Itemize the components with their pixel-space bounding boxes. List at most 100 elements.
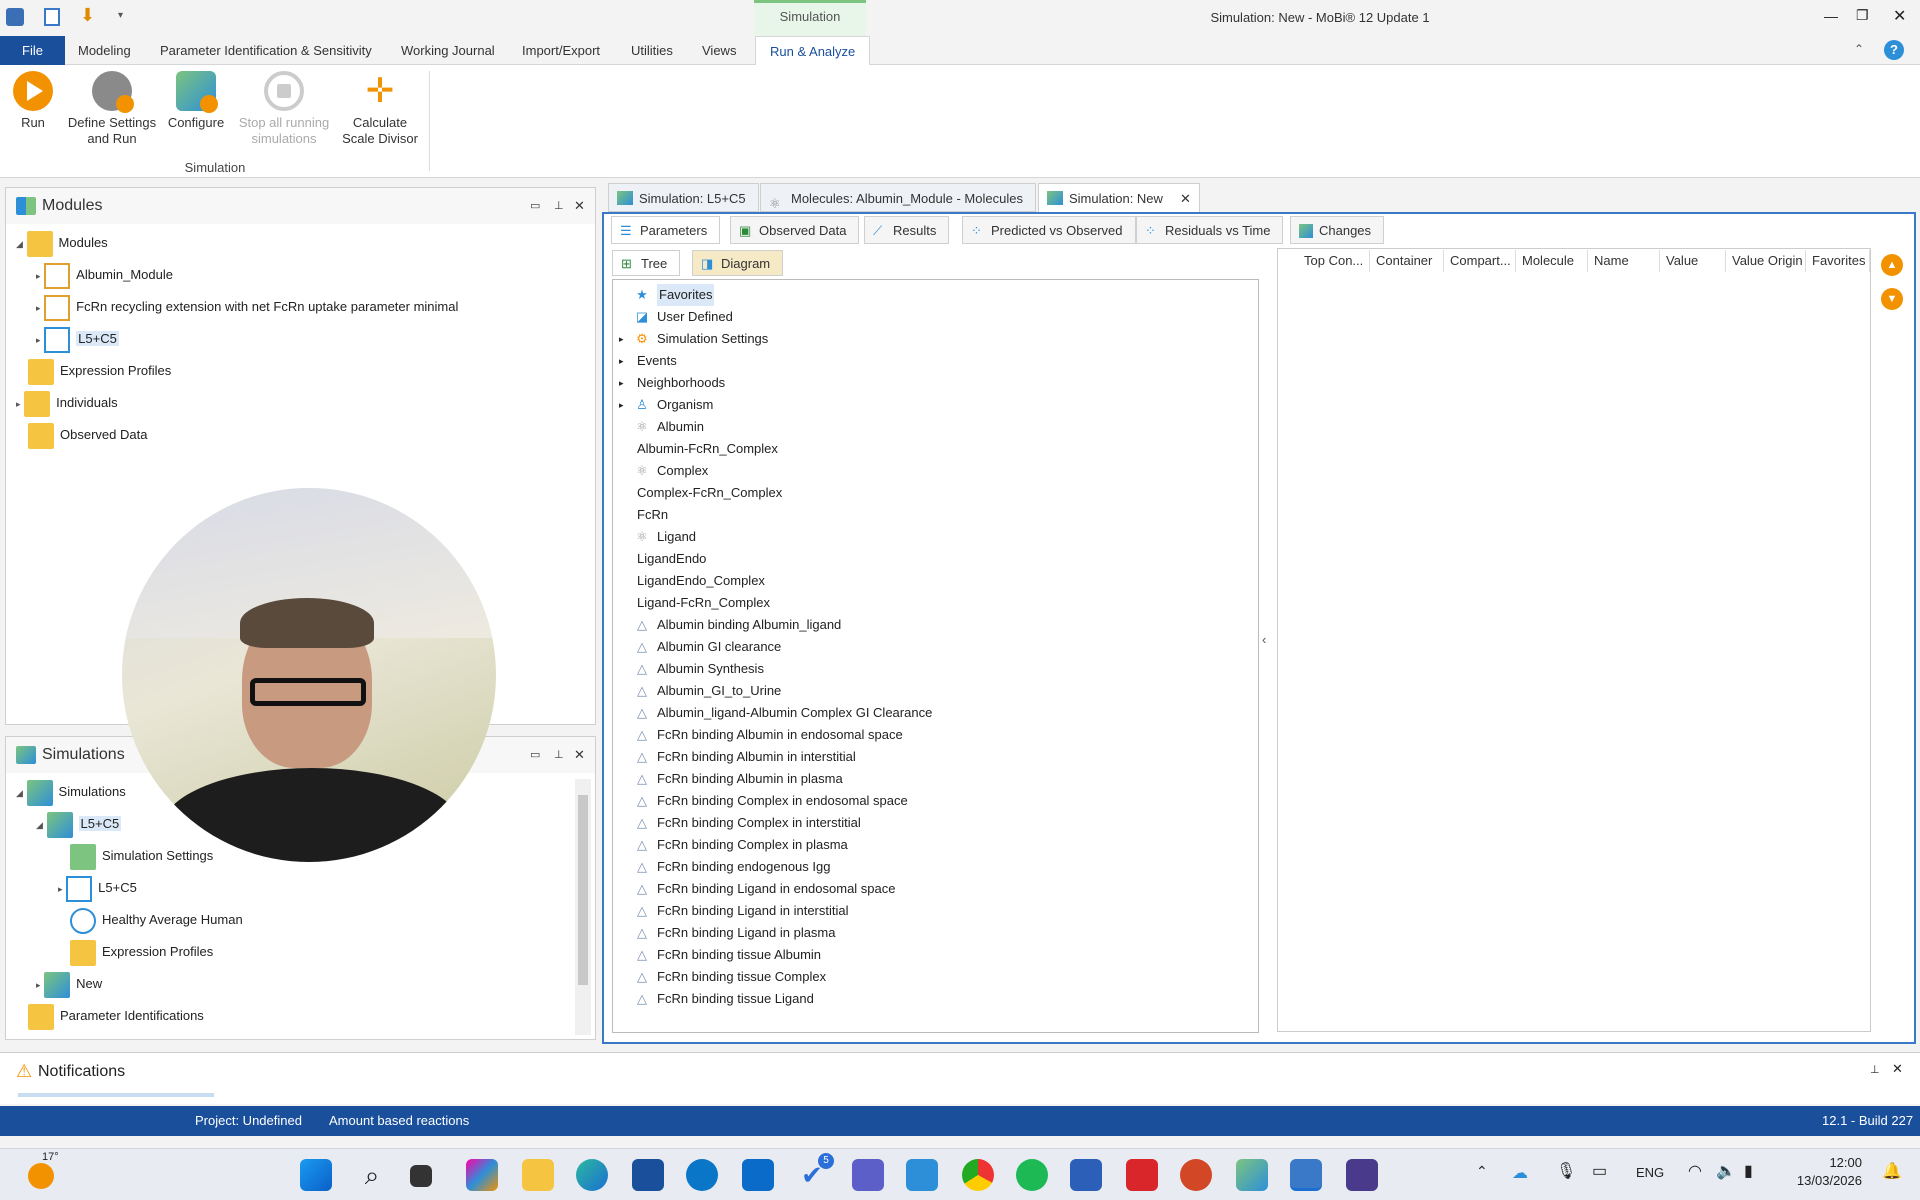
wifi-icon[interactable]: ◠: [1688, 1161, 1702, 1181]
store-icon[interactable]: [632, 1159, 664, 1191]
task-view-icon[interactable]: [410, 1165, 432, 1187]
expanded-arrow-icon[interactable]: ◢: [16, 788, 23, 798]
subtab-residuals-vs-time[interactable]: ⁘ Residuals vs Time: [1136, 216, 1284, 244]
calendar-icon[interactable]: [906, 1159, 938, 1191]
subtab-changes[interactable]: Changes: [1290, 216, 1385, 244]
view-tab-tree[interactable]: ⊞ Tree: [612, 250, 681, 276]
tab-file[interactable]: File: [0, 36, 65, 65]
subtab-observed-data[interactable]: ▣ Observed Data: [730, 216, 860, 244]
tree-item-expression-profiles[interactable]: Expression Profiles: [28, 358, 171, 385]
doc-tab-simulation-l5c5[interactable]: Simulation: L5+C5: [608, 183, 759, 212]
tree-item-observed-data[interactable]: Observed Data: [28, 422, 147, 449]
microphone-icon[interactable]: 🎙: [1556, 1161, 1576, 1181]
doc-tab-molecules[interactable]: ⚛ Molecules: Albumin_Module - Molecules: [760, 183, 1036, 212]
tab-import-export[interactable]: Import/Export: [508, 36, 614, 65]
define-settings-run-button[interactable]: Define Settings and Run: [62, 71, 162, 147]
splitter-collapse-icon[interactable]: ‹: [1262, 632, 1266, 647]
tab-close-icon[interactable]: ✕: [1180, 184, 1191, 213]
panel-maximize-icon[interactable]: ▭: [530, 188, 540, 224]
grid-header-favorites[interactable]: Favorites: [1806, 250, 1870, 272]
collapsed-arrow-icon[interactable]: ▸: [619, 372, 624, 394]
tree-item-l5c5-module[interactable]: ▸ L5+C5: [36, 326, 119, 353]
search-icon[interactable]: ⌕: [356, 1159, 388, 1191]
teams-icon[interactable]: [852, 1159, 884, 1191]
onedrive-icon[interactable]: ☁: [1512, 1163, 1528, 1183]
grid-header-name[interactable]: Name: [1588, 250, 1660, 272]
pk-sim-icon[interactable]: [1236, 1159, 1268, 1191]
tree-item-healthy-average-human[interactable]: Healthy Average Human: [70, 907, 243, 934]
volume-icon[interactable]: 🔈: [1716, 1161, 1736, 1181]
tab-utilities[interactable]: Utilities: [617, 36, 687, 65]
edge-icon[interactable]: [576, 1159, 608, 1191]
grid-header-value[interactable]: Value: [1660, 250, 1726, 272]
panel-maximize-icon[interactable]: ▭: [530, 737, 540, 773]
grid-header-compartment[interactable]: Compart...: [1444, 250, 1516, 272]
tree-item-l5c5-config[interactable]: ▸ L5+C5: [58, 875, 137, 902]
expanded-arrow-icon[interactable]: ◢: [36, 820, 43, 830]
tray-chevron-icon[interactable]: ⌃: [1476, 1163, 1488, 1180]
help-icon[interactable]: ?: [1884, 40, 1904, 60]
dell-icon[interactable]: [686, 1159, 718, 1191]
tree-item-sim-new[interactable]: ▸ New: [36, 971, 102, 998]
grid-header-value-origin[interactable]: Value Origin: [1726, 250, 1806, 272]
file-explorer-icon[interactable]: [522, 1159, 554, 1191]
move-up-icon[interactable]: ▲: [1881, 254, 1903, 276]
battery-icon[interactable]: ▮: [1744, 1161, 1753, 1181]
collapsed-arrow-icon[interactable]: ▸: [36, 303, 41, 313]
notification-bell-icon[interactable]: 🔔: [1882, 1161, 1902, 1181]
collapsed-arrow-icon[interactable]: ▸: [619, 328, 624, 350]
subtab-parameters[interactable]: ☰ Parameters: [611, 216, 721, 244]
collapsed-arrow-icon[interactable]: ▸: [36, 271, 41, 281]
doc-tab-simulation-new[interactable]: Simulation: New ✕: [1038, 183, 1200, 212]
subtab-results[interactable]: ⟋ Results: [864, 216, 950, 244]
spotify-icon[interactable]: [1016, 1159, 1048, 1191]
grid-header-molecule[interactable]: Molecule: [1516, 250, 1588, 272]
quick-access-dropdown-icon[interactable]: ▾: [118, 10, 123, 21]
tree-item-sim-expression-profiles[interactable]: Expression Profiles: [70, 939, 213, 966]
collapse-ribbon-icon[interactable]: ⌃: [1854, 42, 1864, 56]
tree-item-fcrn-module[interactable]: ▸ FcRn recycling extension with net FcRn…: [36, 294, 458, 321]
tree-item-parameter-identifications[interactable]: Parameter Identifications: [28, 1003, 204, 1030]
language-indicator[interactable]: ENG: [1636, 1165, 1664, 1180]
tab-run-analyze[interactable]: Run & Analyze: [755, 36, 871, 65]
subtab-predicted-vs-observed[interactable]: ⁘ Predicted vs Observed: [962, 216, 1136, 244]
tab-working-journal[interactable]: Working Journal: [387, 36, 509, 65]
move-down-icon[interactable]: ▼: [1881, 288, 1903, 310]
grid-header-top-container[interactable]: Top Con...: [1298, 250, 1370, 272]
tab-views[interactable]: Views: [688, 36, 750, 65]
collapsed-arrow-icon[interactable]: ▸: [36, 335, 41, 345]
copilot-icon[interactable]: [466, 1159, 498, 1191]
collapsed-arrow-icon[interactable]: ▸: [58, 884, 63, 894]
new-project-icon[interactable]: [44, 8, 60, 26]
outlook-icon[interactable]: [742, 1159, 774, 1191]
save-icon[interactable]: ⬇: [80, 6, 98, 26]
chrome-icon[interactable]: [962, 1159, 994, 1191]
tree-item-modules[interactable]: ◢ Modules: [16, 230, 108, 257]
app-g-icon[interactable]: [1346, 1159, 1378, 1191]
configure-button[interactable]: Configure: [166, 71, 226, 131]
panel-pin-icon[interactable]: ⊥: [554, 188, 564, 224]
tab-parameter-identification[interactable]: Parameter Identification & Sensitivity: [146, 36, 386, 65]
restore-icon[interactable]: ❐: [1856, 7, 1869, 24]
tree-item-sim-l5c5[interactable]: ◢ L5+C5: [36, 811, 122, 838]
stop-all-button[interactable]: Stop all running simulations: [232, 71, 336, 147]
clock-date[interactable]: 13/03/2026: [1782, 1173, 1862, 1188]
calculate-scale-divisor-button[interactable]: ✛ Calculate Scale Divisor: [340, 71, 420, 147]
expanded-arrow-icon[interactable]: ◢: [16, 239, 23, 249]
panel-close-icon[interactable]: ✕: [574, 737, 585, 773]
panel-close-icon[interactable]: ✕: [574, 188, 585, 224]
collapsed-arrow-icon[interactable]: ▸: [36, 980, 41, 990]
powerpoint-icon[interactable]: [1180, 1159, 1212, 1191]
tree-item-albumin-module[interactable]: ▸ Albumin_Module: [36, 262, 173, 289]
tree-item-simulations[interactable]: ◢ Simulations: [16, 779, 126, 806]
view-tab-diagram[interactable]: ◨ Diagram: [692, 250, 784, 276]
start-icon[interactable]: [300, 1159, 332, 1191]
mobi-icon[interactable]: [1290, 1159, 1322, 1191]
panel-close-icon[interactable]: ✕: [1892, 1061, 1903, 1077]
collapsed-arrow-icon[interactable]: ▸: [619, 394, 624, 416]
word-icon[interactable]: [1070, 1159, 1102, 1191]
grid-header-container[interactable]: Container: [1370, 250, 1444, 272]
minimize-icon[interactable]: —: [1824, 8, 1838, 24]
run-button[interactable]: Run: [10, 71, 56, 131]
panel-pin-icon[interactable]: ⊥: [1870, 1063, 1880, 1076]
